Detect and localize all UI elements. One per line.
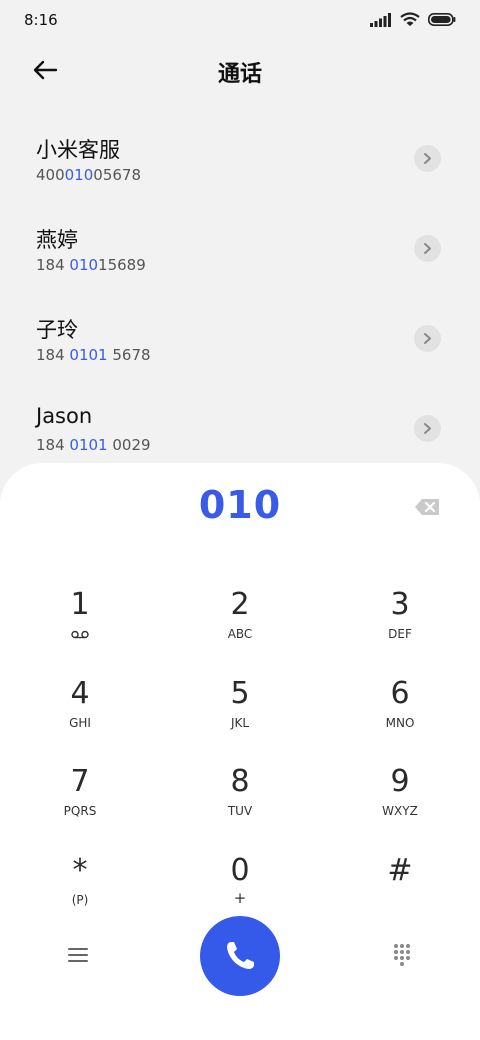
menu-button[interactable] <box>62 943 94 967</box>
key-digit: 7 <box>70 764 90 799</box>
number-prefix: 184 <box>36 346 70 364</box>
number-suffix: 5678 <box>107 346 151 364</box>
contact-number: 40001005678 <box>36 166 141 184</box>
contact-name: 燕婷 <box>36 228 78 252</box>
key-letters: DEF <box>388 627 412 641</box>
key-digit: 8 <box>230 764 250 799</box>
status-time: 8:16 <box>24 11 58 29</box>
contact-item[interactable]: 燕婷 184 01015689 <box>0 202 480 292</box>
wifi-icon <box>400 12 420 26</box>
key-letters: ABC <box>227 627 253 641</box>
contact-detail-button[interactable] <box>414 325 441 352</box>
chevron-right-icon <box>424 243 431 254</box>
page-title: 通话 <box>217 62 262 87</box>
contact-item[interactable]: 子玲 184 0101 5678 <box>0 292 480 382</box>
backspace-icon <box>415 499 439 515</box>
number-match: 0101 <box>69 346 108 364</box>
key-1[interactable]: 1 <box>0 573 160 653</box>
contact-item[interactable]: 小米客服 40001005678 <box>0 112 480 202</box>
contact-item[interactable]: Jason 184 0101 0029 <box>0 382 480 472</box>
number-prefix: 400 <box>36 166 65 184</box>
contact-name: 小米客服 <box>36 138 120 162</box>
dial-number-display[interactable]: 010 <box>0 483 480 527</box>
key-5[interactable]: 5 JKL <box>160 662 320 742</box>
contact-number: 184 0101 0029 <box>36 436 151 454</box>
chevron-right-icon <box>424 423 431 434</box>
number-suffix: 15689 <box>98 256 146 274</box>
key-letters: + <box>233 889 247 907</box>
number-match: 0101 <box>69 436 108 454</box>
key-letters: GHI <box>69 716 91 730</box>
key-digit: * <box>72 853 88 888</box>
key-6[interactable]: 6 MNO <box>320 662 480 742</box>
key-digit: 9 <box>390 764 410 799</box>
phone-icon <box>227 942 254 969</box>
key-digit: 0 <box>230 853 250 888</box>
contact-detail-button[interactable] <box>414 415 441 442</box>
number-match: 010 <box>64 166 94 184</box>
number-match: 010 <box>69 256 99 274</box>
key-digit: 3 <box>390 587 410 622</box>
battery-icon <box>428 13 456 26</box>
keypad-toggle-button[interactable] <box>386 938 418 970</box>
key-letters: (P) <box>71 893 89 907</box>
key-7[interactable]: 7 PQRS <box>0 750 160 830</box>
key-3[interactable]: 3 DEF <box>320 573 480 653</box>
key-digit: 5 <box>230 676 250 711</box>
number-suffix: 05678 <box>93 166 141 184</box>
number-prefix: 184 <box>36 256 70 274</box>
number-prefix: 184 <box>36 436 70 454</box>
status-bar: 8:16 <box>0 0 480 40</box>
contact-number: 184 01015689 <box>36 256 146 274</box>
number-suffix: 0029 <box>107 436 151 454</box>
keypad-icon <box>394 944 410 966</box>
key-letters: WXYZ <box>382 804 418 818</box>
key-letters: MNO <box>385 716 415 730</box>
chevron-right-icon <box>424 153 431 164</box>
contact-detail-button[interactable] <box>414 145 441 172</box>
key-digit: 2 <box>230 587 250 622</box>
voicemail-icon <box>71 630 89 639</box>
call-button[interactable] <box>200 916 280 996</box>
key-digit: 1 <box>70 587 90 622</box>
contact-name: Jason <box>36 404 93 428</box>
key-2[interactable]: 2 ABC <box>160 573 320 653</box>
signal-icon <box>370 12 391 27</box>
dialer-panel: 010 1 2 ABC 3 DEF 4 GHI 5 JKL 6 MNO 7 PQ… <box>0 463 480 1040</box>
key-letters: TUV <box>227 804 253 818</box>
key-hash[interactable]: # <box>320 839 480 919</box>
contact-detail-button[interactable] <box>414 235 441 262</box>
header: 通话 <box>0 46 480 94</box>
key-letters: PQRS <box>63 804 97 818</box>
key-letters: JKL <box>230 716 250 730</box>
key-4[interactable]: 4 GHI <box>0 662 160 742</box>
key-digit: 4 <box>70 676 90 711</box>
key-digit: 6 <box>390 676 410 711</box>
key-0[interactable]: 0 + <box>160 839 320 919</box>
status-icons <box>370 12 456 27</box>
menu-icon <box>68 948 88 962</box>
contact-number: 184 0101 5678 <box>36 346 151 364</box>
key-8[interactable]: 8 TUV <box>160 750 320 830</box>
contact-name: 子玲 <box>36 318 78 342</box>
key-9[interactable]: 9 WXYZ <box>320 750 480 830</box>
contact-list: 小米客服 40001005678 燕婷 184 01015689 子玲 184 … <box>0 112 480 472</box>
key-star[interactable]: * (P) <box>0 839 160 919</box>
key-digit: # <box>387 853 413 888</box>
backspace-button[interactable] <box>414 497 440 517</box>
chevron-right-icon <box>424 333 431 344</box>
